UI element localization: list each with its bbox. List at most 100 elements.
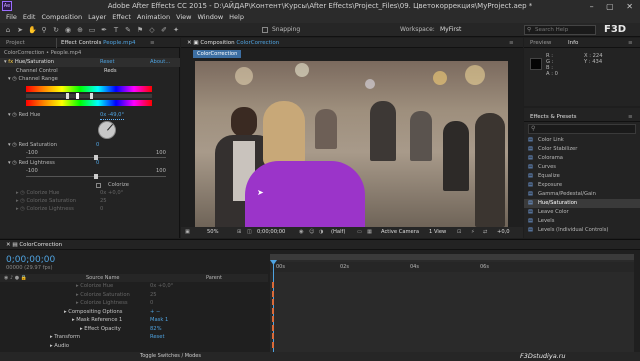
pan-behind-tool-icon[interactable]: ⊕ <box>76 26 84 34</box>
menu-composition[interactable]: Composition <box>41 13 82 21</box>
resolution-dropdown[interactable]: (Half) <box>331 227 345 238</box>
roto-brush-tool-icon[interactable]: ✐ <box>160 26 168 34</box>
channel-icon[interactable]: ◑ <box>319 227 324 238</box>
range-slider-track[interactable] <box>26 94 152 98</box>
reset-link[interactable]: Reset <box>100 58 115 66</box>
comp-timecode[interactable]: 0;00;00;00 <box>257 227 285 238</box>
effect-list-item[interactable]: ▤ Exposure <box>524 181 640 190</box>
range-handle-left[interactable] <box>66 93 69 99</box>
timeline-property-row[interactable]: ▸ Mask Reference 1 Mask 1 <box>0 316 268 324</box>
stopwatch-icon[interactable]: ◷ <box>12 76 17 82</box>
work-area-bar[interactable] <box>270 254 634 260</box>
effect-list-item[interactable]: ▤ Colorama <box>524 154 640 163</box>
menu-view[interactable]: View <box>176 13 191 21</box>
menu-edit[interactable]: Edit <box>23 13 36 21</box>
tab-composition[interactable]: ✕ ▣ Composition ColorCorrection <box>187 38 279 48</box>
composition-viewer[interactable]: ➤ <box>195 61 508 227</box>
effect-list-item[interactable]: ▤ Equalize <box>524 172 640 181</box>
eraser-tool-icon[interactable]: ◇ <box>148 26 156 34</box>
effect-list-item[interactable]: ▤ Color Stabilizer <box>524 145 640 154</box>
rotate-tool-icon[interactable]: ↻ <box>52 26 60 34</box>
about-link[interactable]: About... <box>150 58 170 66</box>
effects-search-input[interactable]: ⚲ <box>528 124 636 134</box>
timeline-property-row[interactable]: ▸ Audio <box>0 342 268 350</box>
timeline-property-row[interactable]: ▸ Colorize Lightness 0 <box>0 299 268 307</box>
keyframe-marker[interactable] <box>272 290 274 297</box>
red-hue-angle-dial[interactable] <box>98 121 116 139</box>
timeline-property-row[interactable]: ▸ Colorize Hue 0x +0,0° <box>0 282 268 290</box>
brush-tool-icon[interactable]: ✎ <box>124 26 132 34</box>
property-value[interactable]: 0 <box>150 299 153 307</box>
mask-tool-icon[interactable]: ▭ <box>88 26 96 34</box>
selection-tool-icon[interactable]: ➤ <box>16 26 24 34</box>
menu-animation[interactable]: Animation <box>137 13 170 21</box>
puppet-tool-icon[interactable]: ✦ <box>172 26 180 34</box>
toggle-pixel-icon[interactable]: ⊡ <box>457 227 461 238</box>
colorize-checkbox[interactable] <box>96 183 101 188</box>
zoom-tool-icon[interactable]: ⚲ <box>40 26 48 34</box>
menu-layer[interactable]: Layer <box>88 13 106 21</box>
transparency-grid-icon[interactable]: ▦ <box>367 227 372 238</box>
effect-list-item[interactable]: ▤ Leave Color <box>524 208 640 217</box>
show-snapshot-icon[interactable]: ☺ <box>309 227 314 238</box>
effect-list-item[interactable]: ▤ Levels (Individual Controls) <box>524 226 640 235</box>
expand-triangle-icon[interactable]: ▾ <box>8 142 11 148</box>
stopwatch-icon[interactable]: ◷ <box>12 160 17 166</box>
stamp-tool-icon[interactable]: ⚑ <box>136 26 144 34</box>
hand-tool-icon[interactable]: ✋ <box>28 26 37 34</box>
snapping-checkbox[interactable] <box>262 27 268 33</box>
panel-menu-icon[interactable]: ≡ <box>628 112 633 122</box>
tab-effect-controls[interactable]: Effect Controls People.mp4 <box>56 38 135 48</box>
timeline-property-row[interactable]: ▸ Colorize Saturation 25 <box>0 291 268 299</box>
keyframe-marker[interactable] <box>272 324 274 331</box>
panel-menu-icon[interactable]: ≡ <box>628 38 633 48</box>
keyframe-marker[interactable] <box>272 316 274 322</box>
search-help-input[interactable]: ⚲ Search Help <box>524 25 596 35</box>
keyframe-marker[interactable] <box>272 341 274 348</box>
panel-menu-icon[interactable]: ≡ <box>509 38 514 48</box>
red-lightness-value[interactable]: 0 <box>96 159 99 167</box>
grid-icon[interactable]: ⊞ <box>237 227 241 238</box>
property-value[interactable]: 0x +0,0° <box>150 282 173 290</box>
views-dropdown[interactable]: 1 View <box>429 227 446 238</box>
red-hue-value[interactable]: 0x -49,0° <box>100 111 125 120</box>
region-of-interest-icon[interactable]: ▭ <box>357 227 362 238</box>
home-icon[interactable]: ⌂ <box>4 26 12 34</box>
effect-list-item[interactable]: ▤ Hue/Saturation <box>524 199 640 208</box>
panel-menu-icon[interactable]: ≡ <box>150 38 155 48</box>
expand-triangle-icon[interactable]: ▾ <box>8 76 11 82</box>
property-value[interactable]: Reset <box>150 333 165 341</box>
property-value[interactable]: 82% <box>150 325 162 333</box>
tab-effects-presets[interactable]: Effects & Presets <box>530 112 577 122</box>
exposure-value[interactable]: +0,0 <box>497 227 510 238</box>
keyframe-marker[interactable] <box>272 299 274 305</box>
mask-visibility-icon[interactable]: ◫ <box>247 227 252 238</box>
tab-info[interactable]: Info <box>568 38 578 48</box>
red-saturation-value[interactable]: 0 <box>96 141 99 149</box>
keyframe-marker[interactable] <box>272 307 274 314</box>
menu-window[interactable]: Window <box>198 13 224 21</box>
expand-triangle-icon[interactable]: ▾ <box>8 160 11 166</box>
text-tool-icon[interactable]: T <box>112 26 120 34</box>
expand-triangle-icon[interactable]: ▾ <box>4 59 7 65</box>
stopwatch-icon[interactable]: ◷ <box>12 112 17 118</box>
camera-dropdown[interactable]: Active Camera <box>381 227 419 238</box>
snapshot-icon[interactable]: ◉ <box>299 227 304 238</box>
effect-list-item[interactable]: ▤ Levels <box>524 217 640 226</box>
effect-list-item[interactable]: ▤ Curves <box>524 163 640 172</box>
menu-file[interactable]: File <box>6 13 17 21</box>
stopwatch-icon[interactable]: ◷ <box>12 142 17 148</box>
menu-effect[interactable]: Effect <box>112 13 131 21</box>
zoom-dropdown[interactable]: 50% <box>207 227 219 238</box>
fx-icon[interactable]: fx <box>8 59 13 65</box>
range-handle-right[interactable] <box>90 93 93 99</box>
property-value[interactable]: 25 <box>150 291 157 299</box>
fast-preview-icon[interactable]: ⚡ <box>471 227 475 238</box>
always-preview-icon[interactable]: ▣ <box>185 227 190 238</box>
effect-list-item[interactable]: ▤ Color Link <box>524 136 640 145</box>
keyframe-marker[interactable] <box>272 333 274 339</box>
range-center-handle[interactable] <box>76 93 79 99</box>
timeline-property-row[interactable]: ▸ Compositing Options + − <box>0 308 268 316</box>
comp-subtab[interactable]: ColorCorrection <box>193 50 242 58</box>
workspace-dropdown[interactable]: MyFirst <box>440 23 461 37</box>
